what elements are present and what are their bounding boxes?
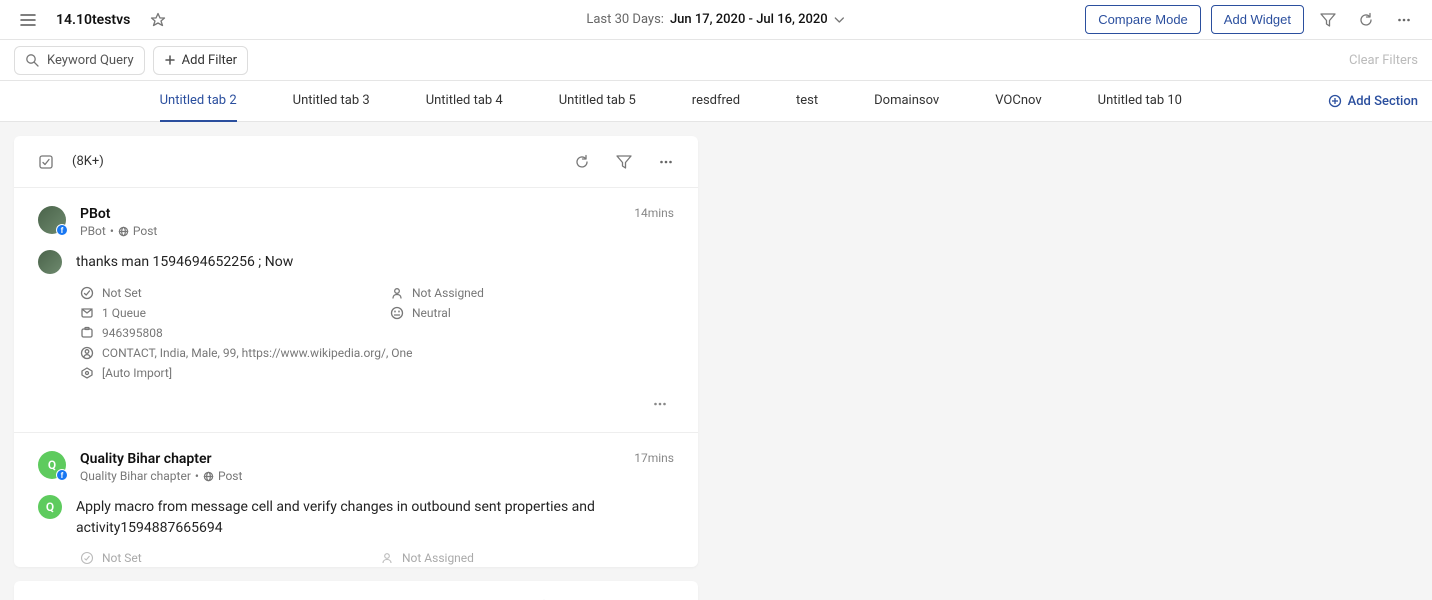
add-section-label: Add Section: [1348, 94, 1418, 109]
card-author[interactable]: PBot: [80, 206, 620, 222]
tab-resdfred[interactable]: resdfred: [692, 81, 740, 122]
card-meta: Not Set Not Assigned 1 Queue Neutral 946…: [38, 286, 674, 380]
date-range-value: Jun 17, 2020 - Jul 16, 2020: [670, 12, 828, 27]
filter-icon[interactable]: [1314, 6, 1342, 34]
tab-untitled-3[interactable]: Untitled tab 3: [293, 81, 370, 122]
tab-test[interactable]: test: [796, 81, 818, 122]
filterbar: Keyword Query Add Filter Clear Filters: [0, 40, 1432, 81]
globe-icon: [203, 471, 214, 482]
card-author[interactable]: Quality Bihar chapter: [80, 451, 620, 467]
panel-refresh-icon[interactable]: [568, 148, 596, 176]
plus-icon: [164, 54, 176, 66]
tab-untitled-5[interactable]: Untitled tab 5: [559, 81, 636, 122]
meta-status[interactable]: Not Set: [80, 286, 380, 300]
card-sub-type: Post: [133, 224, 157, 238]
card-meta-truncated: Not Set Not Assigned: [38, 551, 674, 565]
card-body: thanks man 1594694652256 ; Now: [76, 250, 293, 273]
meta-assigned[interactable]: Not Assigned: [390, 286, 674, 300]
panel-filter-icon[interactable]: [610, 148, 638, 176]
tab-untitled-10[interactable]: Untitled tab 10: [1098, 81, 1182, 122]
refresh-icon[interactable]: [1352, 6, 1380, 34]
add-widget-button[interactable]: Add Widget: [1211, 5, 1304, 34]
facebook-badge-icon: [56, 224, 68, 236]
star-icon[interactable]: [144, 6, 172, 34]
author-avatar[interactable]: [38, 206, 66, 234]
tab-vocnov[interactable]: VOCnov: [995, 81, 1041, 122]
meta-sentiment[interactable]: Neutral: [390, 306, 674, 320]
feed-card: Q Quality Bihar chapter Quality Bihar ch…: [14, 433, 698, 567]
meta-status[interactable]: Not Set: [80, 551, 380, 565]
panel-more-icon[interactable]: [652, 593, 680, 600]
meta-queue[interactable]: 1 Queue: [80, 306, 380, 320]
feed-panel-2: [14, 581, 698, 600]
keyword-query-input[interactable]: Keyword Query: [14, 46, 145, 75]
select-all-checkbox[interactable]: [32, 148, 60, 176]
page-title: 14.10testvs: [56, 12, 130, 28]
globe-icon: [118, 226, 129, 237]
facebook-badge-icon: [56, 469, 68, 481]
more-icon[interactable]: [1390, 6, 1418, 34]
plus-circle-icon: [1328, 94, 1342, 108]
panel-chart-icon[interactable]: [610, 593, 638, 600]
content-area: (8K+) PBot: [0, 122, 1432, 600]
feed-panel: (8K+) PBot: [14, 136, 698, 567]
search-icon: [25, 53, 39, 67]
panel-count: (8K+): [72, 154, 104, 169]
hamburger-menu-icon[interactable]: [14, 6, 42, 34]
panel-header: [14, 581, 698, 600]
keyword-query-placeholder: Keyword Query: [47, 53, 134, 68]
card-time: 17mins: [634, 451, 674, 465]
card-sub-type: Post: [218, 469, 242, 483]
tabsbar: Untitled tab 2 Untitled tab 3 Untitled t…: [0, 81, 1432, 122]
meta-contact[interactable]: CONTACT, India, Male, 99, https://www.wi…: [80, 346, 674, 360]
card-body: Apply macro from message cell and verify…: [76, 495, 674, 539]
author-avatar[interactable]: Q: [38, 451, 66, 479]
tab-untitled-4[interactable]: Untitled tab 4: [426, 81, 503, 122]
add-filter-label: Add Filter: [182, 53, 237, 68]
topbar-left: 14.10testvs: [14, 6, 172, 34]
feed-card: PBot PBot • Post 14mins thanks man 15946…: [14, 188, 698, 433]
chevron-down-icon: [834, 14, 846, 26]
secondary-avatar: Q: [38, 495, 62, 519]
add-filter-button[interactable]: Add Filter: [153, 46, 248, 75]
panel-more-icon[interactable]: [652, 148, 680, 176]
topbar: 14.10testvs Last 30 Days: Jun 17, 2020 -…: [0, 0, 1432, 40]
date-range-label: Last 30 Days:: [586, 12, 664, 27]
panel-filter-icon[interactable]: [568, 593, 596, 600]
date-range-picker[interactable]: Last 30 Days: Jun 17, 2020 - Jul 16, 202…: [586, 12, 845, 27]
add-section-button[interactable]: Add Section: [1328, 94, 1418, 109]
meta-case-id[interactable]: 946395808: [80, 326, 674, 340]
tab-untitled-2[interactable]: Untitled tab 2: [160, 81, 237, 122]
meta-source[interactable]: [Auto Import]: [80, 366, 674, 380]
card-more-icon[interactable]: [646, 390, 674, 418]
card-sub-author: Quality Bihar chapter: [80, 469, 191, 483]
topbar-right: Compare Mode Add Widget: [1085, 5, 1418, 34]
card-time: 14mins: [634, 206, 674, 220]
meta-assigned[interactable]: Not Assigned: [380, 551, 674, 565]
compare-mode-button[interactable]: Compare Mode: [1085, 5, 1201, 34]
card-sub-author: PBot: [80, 224, 106, 238]
clear-filters-button[interactable]: Clear Filters: [1349, 53, 1418, 68]
tabs: Untitled tab 2 Untitled tab 3 Untitled t…: [14, 81, 1328, 122]
secondary-avatar: [38, 250, 62, 274]
tab-domainsov[interactable]: Domainsov: [874, 81, 939, 122]
panel-refresh-icon[interactable]: [526, 593, 554, 600]
panel-header: (8K+): [14, 136, 698, 188]
